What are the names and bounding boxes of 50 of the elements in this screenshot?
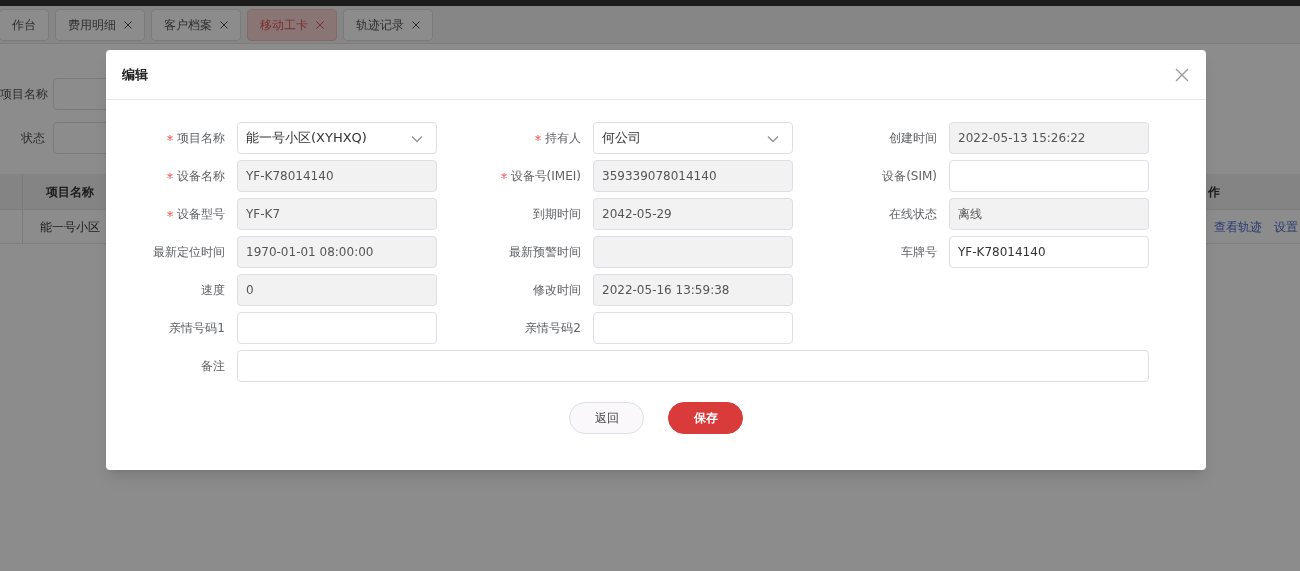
remark-field[interactable] — [237, 350, 1149, 382]
close-icon[interactable] — [124, 20, 132, 29]
close-icon[interactable] — [412, 20, 420, 29]
field-label: 设备名称 — [177, 168, 225, 185]
field-label: 速度 — [201, 282, 225, 299]
readonly-field[interactable]: YF-K7 — [237, 198, 437, 230]
field-label: 设备号(IMEI) — [510, 168, 581, 185]
tab[interactable]: 费用明细 — [55, 8, 145, 41]
readonly-field[interactable]: 2022-05-16 13:59:38 — [593, 274, 793, 306]
field-label: 亲情号码1 — [169, 320, 225, 337]
tab[interactable]: 客户档案 — [151, 8, 241, 41]
input-field[interactable]: YF-K78014140 — [949, 236, 1149, 268]
save-button[interactable]: 保存 — [668, 402, 743, 434]
column-header: 项目名称 — [46, 183, 94, 201]
filter-label: 状态 — [20, 130, 45, 147]
close-icon[interactable] — [316, 20, 324, 29]
field-label: 项目名称 — [177, 130, 225, 147]
field-label: 设备型号 — [177, 206, 225, 223]
field-label: 备注 — [200, 358, 225, 375]
field-label: 车牌号 — [901, 244, 937, 261]
table-cell-text: 能一号小区 — [40, 218, 100, 236]
field-label: 创建时间 — [889, 130, 937, 147]
readonly-field[interactable]: 0 — [237, 274, 437, 306]
input-field[interactable] — [237, 312, 437, 344]
field-label: 持有人 — [545, 130, 581, 147]
column-header: 作 — [1208, 183, 1220, 201]
readonly-field[interactable]: 1970-01-01 08:00:00 — [237, 236, 437, 268]
field-label: 修改时间 — [533, 282, 581, 299]
select-field[interactable]: 能一号小区(XYHXQ) — [237, 122, 437, 154]
close-icon[interactable] — [1175, 67, 1189, 82]
field-label: 最新定位时间 — [153, 244, 225, 261]
tab[interactable]: 作台 — [0, 8, 49, 41]
close-icon[interactable] — [220, 20, 228, 29]
tab[interactable]: 轨迹记录 — [343, 8, 433, 41]
input-field[interactable] — [593, 312, 793, 344]
readonly-field[interactable]: 离线 — [949, 198, 1149, 230]
field-label: 最新预警时间 — [509, 244, 581, 261]
readonly-field[interactable]: 2042-05-29 — [593, 198, 793, 230]
readonly-field[interactable]: 2022-05-13 15:26:22 — [949, 122, 1149, 154]
readonly-field[interactable]: 359339078014140 — [593, 160, 793, 192]
select-field[interactable]: 何公司 — [593, 122, 793, 154]
readonly-field[interactable] — [593, 236, 793, 268]
input-field[interactable] — [949, 160, 1149, 192]
field-label: 在线状态 — [889, 206, 937, 223]
field-label: 到期时间 — [533, 206, 581, 223]
dialog-title: 编辑 — [122, 65, 148, 84]
field-label: 亲情号码2 — [525, 320, 581, 337]
readonly-field[interactable]: YF-K78014140 — [237, 160, 437, 192]
field-label: 设备(SIM) — [882, 168, 937, 185]
back-button[interactable]: 返回 — [569, 402, 644, 434]
